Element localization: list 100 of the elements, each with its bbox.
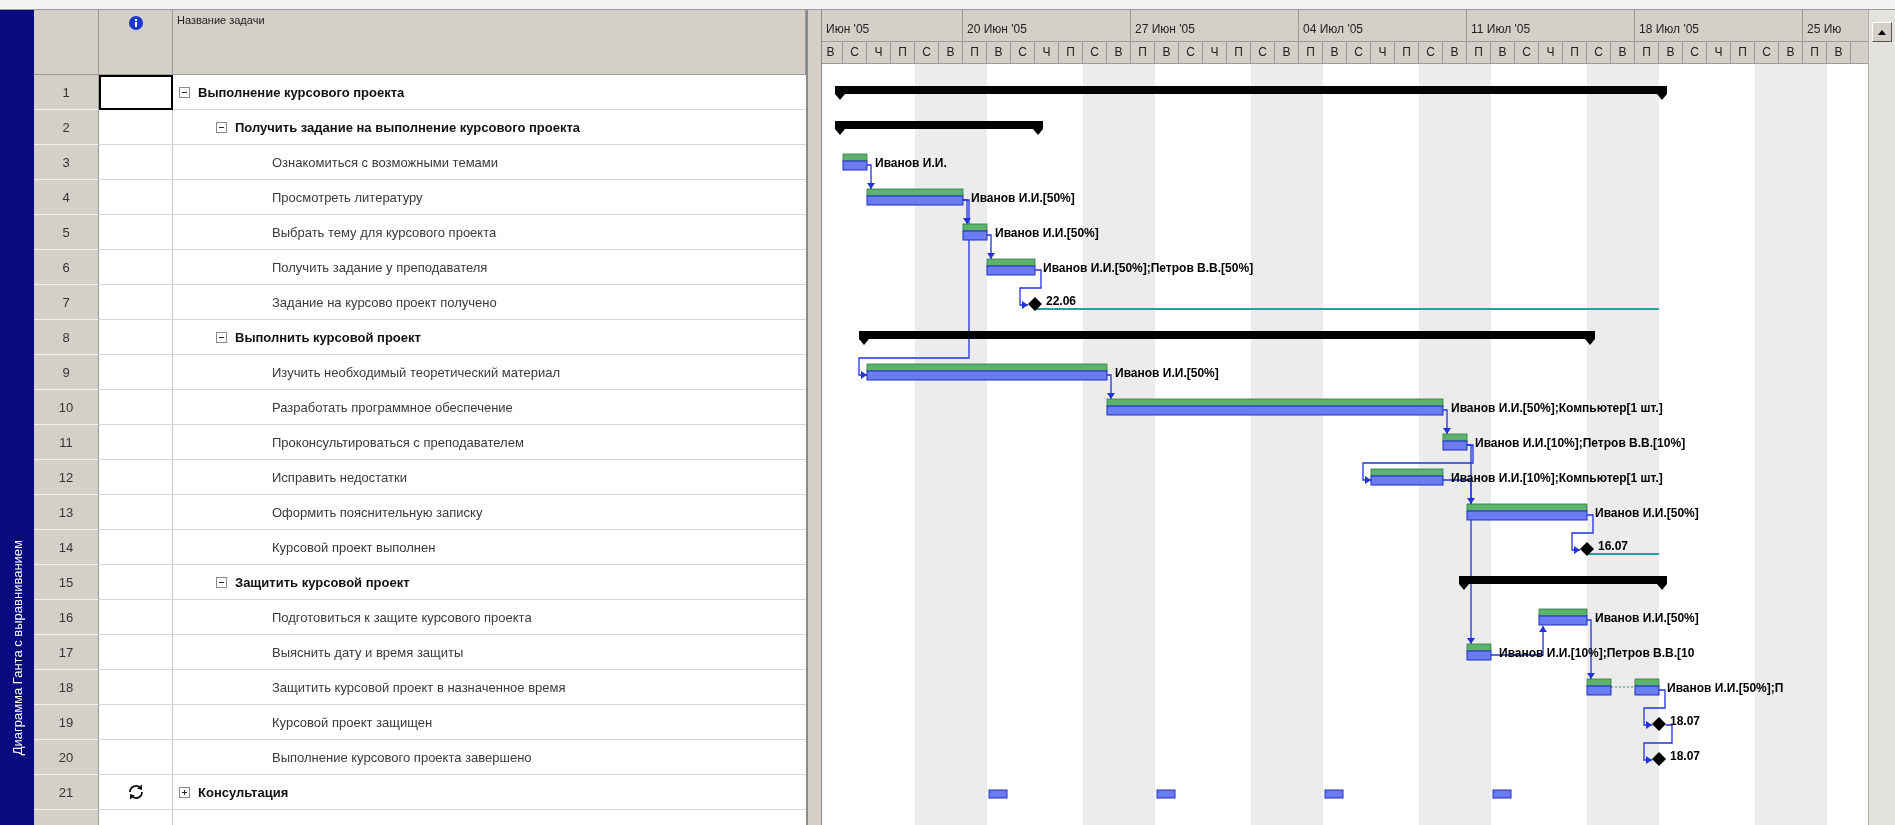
row-number[interactable]: 11: [34, 425, 99, 460]
day-label: В: [1323, 42, 1347, 63]
resource-label: Иванов И.И.[50%]: [1595, 506, 1699, 520]
pane-splitter[interactable]: [806, 10, 822, 825]
indicator-cell[interactable]: [99, 75, 173, 110]
day-label: С: [1083, 42, 1107, 63]
day-label: С: [1251, 42, 1275, 63]
day-label: В: [1275, 42, 1299, 63]
collapse-icon[interactable]: [216, 576, 227, 588]
expand-icon[interactable]: [179, 786, 190, 798]
recurring-icon: [126, 783, 145, 801]
row-number[interactable]: 3: [34, 145, 99, 180]
day-label: С: [1683, 42, 1707, 63]
task-name: Выполнить курсовой проект: [235, 329, 421, 345]
day-label: В: [939, 42, 963, 63]
date-label: 18.07: [1670, 714, 1701, 728]
task-name: Выяснить дату и время защиты: [272, 644, 464, 660]
resource-label: Иванов И.И.[50%];П: [1667, 681, 1784, 695]
row-number[interactable]: 19: [34, 705, 99, 740]
day-label: С: [1515, 42, 1539, 63]
task-name: Получить задание у преподавателя: [272, 259, 488, 275]
day-label: П: [891, 42, 915, 63]
link-arrow: [1106, 374, 1115, 400]
resource-label: Иванов И.И.[50%]: [971, 191, 1075, 205]
link-arrow: [986, 234, 995, 260]
day-label: С: [1347, 42, 1371, 63]
row-number[interactable]: 7: [34, 285, 99, 320]
task-name: Курсовой проект защищен: [272, 714, 433, 730]
resource-label: Иванов И.И.[50%]: [1595, 611, 1699, 625]
task-bar: [986, 258, 1036, 276]
day-label: В: [1779, 42, 1803, 63]
task-name: Просмотреть литературу: [272, 189, 423, 205]
day-label: С: [1587, 42, 1611, 63]
resource-label: Иванов И.И.[50%]: [995, 226, 1099, 240]
week-label: 04 Июл '05: [1299, 10, 1467, 41]
row-number[interactable]: 17: [34, 635, 99, 670]
row-number[interactable]: 15: [34, 565, 99, 600]
collapse-icon[interactable]: [179, 86, 190, 98]
task-bar: [842, 153, 868, 171]
week-label: 18 Июл '05: [1635, 10, 1803, 41]
task-name: Задание на курсово проект получено: [272, 294, 497, 310]
row-number[interactable]: 8: [34, 320, 99, 355]
week-label: 11 Июл '05: [1467, 10, 1635, 41]
collapse-icon[interactable]: [216, 331, 227, 343]
row-number[interactable]: 1: [34, 75, 99, 110]
date-label: 16.07: [1598, 539, 1629, 553]
day-label: П: [1803, 42, 1827, 63]
row-number[interactable]: 10: [34, 390, 99, 425]
rollup-bar: [1324, 789, 1344, 799]
resource-label: Иванов И.И.: [875, 156, 947, 170]
task-bar: [1466, 643, 1492, 661]
day-label: П: [1227, 42, 1251, 63]
task-name: Защитить курсовой проект в назначенное время: [272, 679, 566, 695]
task-name: Выполнение курсового проекта завершено: [272, 749, 532, 765]
day-label: В: [1107, 42, 1131, 63]
week-label: 27 Июн '05: [1131, 10, 1299, 41]
scrollbar[interactable]: [1868, 10, 1895, 825]
day-label: П: [963, 42, 987, 63]
rollup-bar: [1492, 789, 1512, 799]
resource-label: Иванов И.И.[50%];Петров В.В.[50%]: [1043, 261, 1254, 275]
day-label: В: [1659, 42, 1683, 63]
row-number[interactable]: 13: [34, 495, 99, 530]
task-name: Курсовой проект выполнен: [272, 539, 436, 555]
day-label: С: [1011, 42, 1035, 63]
row-number[interactable]: 5: [34, 215, 99, 250]
day-label: С: [843, 42, 867, 63]
day-label: В: [1491, 42, 1515, 63]
day-label: Ч: [1203, 42, 1227, 63]
day-label: П: [1731, 42, 1755, 63]
resource-label: Иванов И.И.[10%];Петров В.В.[10%]: [1475, 436, 1686, 450]
day-label: В: [822, 42, 843, 63]
task-bar: [962, 223, 988, 241]
row-number[interactable]: 6: [34, 250, 99, 285]
link-arrow: [1571, 514, 1594, 554]
task-name: Проконсультироваться с преподавателем: [272, 434, 524, 450]
week-label: Июн '05: [822, 10, 963, 41]
row-number[interactable]: 18: [34, 670, 99, 705]
row-number[interactable]: 21: [34, 775, 99, 810]
task-name: Получить задание на выполнение курсового проекта: [235, 119, 581, 135]
row-number[interactable]: 16: [34, 600, 99, 635]
view-title: Диаграмма Ганта с выравниванием: [9, 539, 25, 755]
row-number[interactable]: 9: [34, 355, 99, 390]
resource-label: Иванов И.И.[50%]: [1115, 366, 1219, 380]
up-arrow-icon: [1878, 29, 1886, 35]
date-label: 18.07: [1670, 749, 1701, 763]
day-label: П: [1395, 42, 1419, 63]
row-number[interactable]: 20: [34, 740, 99, 775]
task-name: Оформить пояснительную записку: [272, 504, 483, 520]
row-number[interactable]: 4: [34, 180, 99, 215]
day-label: В: [1155, 42, 1179, 63]
scroll-up-button[interactable]: [1872, 22, 1892, 42]
row-number[interactable]: 12: [34, 460, 99, 495]
row-number[interactable]: 2: [34, 110, 99, 145]
task-name: Защитить курсовой проект: [235, 574, 410, 590]
collapse-icon[interactable]: [216, 121, 227, 133]
link-arrow: [1643, 689, 1666, 729]
day-label: Ч: [1371, 42, 1395, 63]
column-header[interactable]: Название задачи: [173, 10, 806, 75]
row-number[interactable]: 14: [34, 530, 99, 565]
date-label: 22.06: [1046, 294, 1077, 308]
